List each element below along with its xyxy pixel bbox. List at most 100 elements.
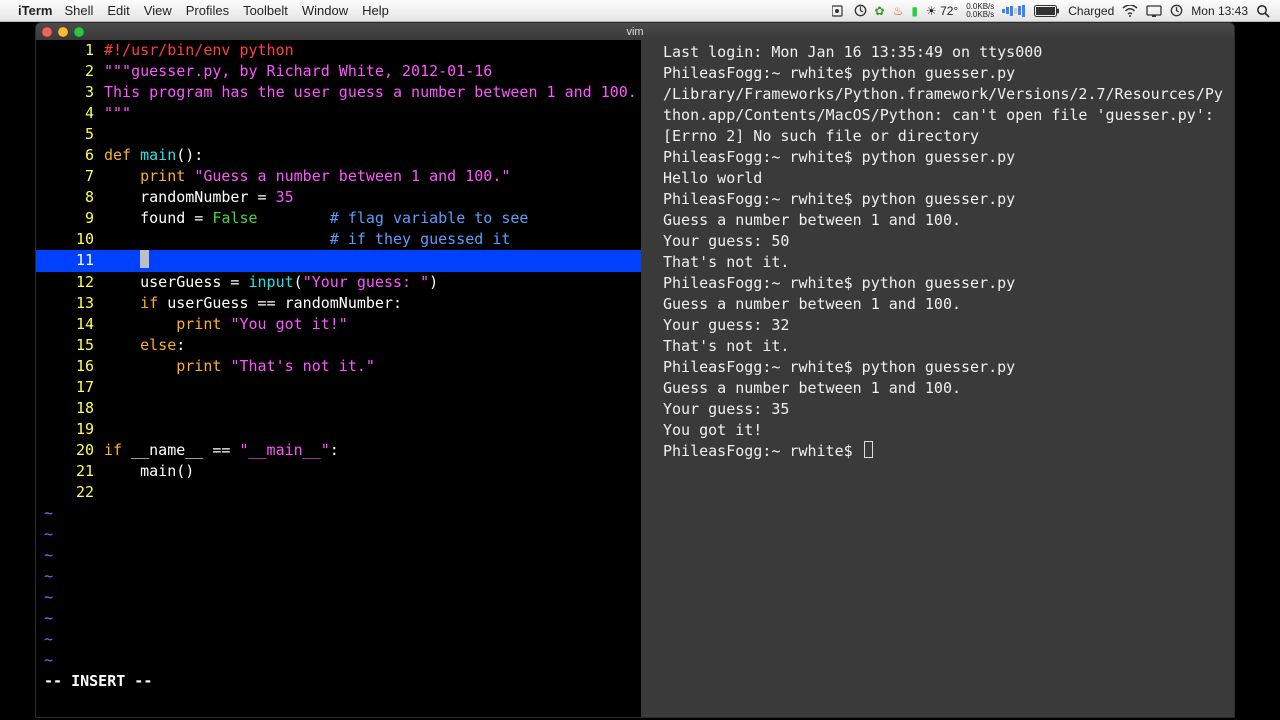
code-line[interactable]: 22 — [36, 482, 641, 503]
line-number: 6 — [36, 145, 104, 166]
code-content: else: — [104, 335, 641, 356]
minimize-button[interactable] — [58, 27, 68, 37]
vim-empty-line: ~ — [36, 587, 641, 608]
code-line[interactable]: 14 print "You got it!" — [36, 314, 641, 335]
code-line[interactable]: 5 — [36, 124, 641, 145]
vim-cursor — [140, 250, 149, 268]
vim-empty-line: ~ — [36, 650, 641, 671]
code-line[interactable]: 21 main() — [36, 461, 641, 482]
code-content: #!/usr/bin/env python — [104, 40, 641, 61]
shell-line: Your guess: 50 — [663, 231, 1230, 252]
code-content: print "That's not it." — [104, 356, 641, 377]
code-line[interactable]: 1#!/usr/bin/env python — [36, 40, 641, 61]
code-content — [104, 419, 641, 440]
code-content — [104, 482, 641, 503]
code-line[interactable]: 2"""guesser.py, by Richard White, 2012-0… — [36, 61, 641, 82]
code-content: main() — [104, 461, 641, 482]
line-number: 4 — [36, 103, 104, 124]
screenrec-icon[interactable] — [832, 5, 846, 17]
menubar-clock[interactable]: Mon 13:43 — [1191, 4, 1248, 18]
network-bars-icon[interactable] — [1002, 5, 1026, 17]
battery-text: Charged — [1068, 4, 1114, 18]
line-number: 19 — [36, 419, 104, 440]
battery-widget-icon[interactable]: ▮ — [911, 4, 918, 18]
wifi-icon[interactable] — [1122, 5, 1138, 17]
code-content: """guesser.py, by Richard White, 2012-01… — [104, 61, 641, 82]
vim-empty-line: ~ — [36, 503, 641, 524]
leaf-icon[interactable]: ✿ — [875, 4, 885, 18]
shell-line: PhileasFogg:~ rwhite$ python guesser.py — [663, 357, 1230, 378]
code-content: This program has the user guess a number… — [104, 82, 641, 103]
macos-menubar: iTerm Shell Edit View Profiles Toolbelt … — [0, 0, 1280, 22]
line-number: 22 — [36, 482, 104, 503]
code-content: """ — [104, 103, 641, 124]
code-line[interactable]: 8 randomNumber = 35 — [36, 187, 641, 208]
sync-icon[interactable] — [854, 4, 867, 17]
vim-editor-pane[interactable]: 1#!/usr/bin/env python2"""guesser.py, by… — [36, 40, 641, 717]
shell-line: Guess a number between 1 and 100. — [663, 210, 1230, 231]
code-line[interactable]: 10 # if they guessed it — [36, 229, 641, 250]
shell-line: That's not it. — [663, 252, 1230, 273]
window-titlebar[interactable]: vim — [35, 22, 1235, 40]
menu-toolbelt[interactable]: Toolbelt — [243, 3, 288, 18]
line-number: 21 — [36, 461, 104, 482]
code-content: randomNumber = 35 — [104, 187, 641, 208]
shell-line: You got it! — [663, 420, 1230, 441]
vim-empty-line: ~ — [36, 608, 641, 629]
shell-cursor — [864, 441, 873, 458]
code-line[interactable]: 12 userGuess = input("Your guess: ") — [36, 272, 641, 293]
line-number: 9 — [36, 208, 104, 229]
line-number: 2 — [36, 61, 104, 82]
vim-status-line: -- INSERT -- — [36, 671, 641, 692]
menu-profiles[interactable]: Profiles — [186, 3, 229, 18]
shell-line: PhileasFogg:~ rwhite$ python guesser.py — [663, 147, 1230, 168]
flame-icon[interactable]: ♨ — [893, 4, 904, 18]
spotlight-icon[interactable] — [1256, 4, 1270, 18]
shell-line: PhileasFogg:~ rwhite$ python guesser.py — [663, 273, 1230, 294]
code-line[interactable]: 13 if userGuess == randomNumber: — [36, 293, 641, 314]
pane-divider[interactable] — [641, 40, 659, 717]
code-line[interactable]: 17 — [36, 377, 641, 398]
weather-widget[interactable]: ☀ 72° — [926, 4, 958, 18]
shell-pane[interactable]: Last login: Mon Jan 16 13:35:49 on ttys0… — [659, 40, 1234, 717]
shell-line: Guess a number between 1 and 100. — [663, 378, 1230, 399]
active-app-name[interactable]: iTerm — [18, 3, 52, 18]
code-content — [104, 398, 641, 419]
line-number: 10 — [36, 229, 104, 250]
code-line[interactable]: 15 else: — [36, 335, 641, 356]
code-content: # if they guessed it — [104, 229, 641, 250]
code-line[interactable]: 16 print "That's not it." — [36, 356, 641, 377]
display-icon[interactable] — [1146, 5, 1162, 17]
shell-line: Your guess: 35 — [663, 399, 1230, 420]
battery-icon[interactable] — [1034, 5, 1060, 17]
code-content: def main(): — [104, 145, 641, 166]
line-number: 5 — [36, 124, 104, 145]
code-line[interactable]: 20if __name__ == "__main__": — [36, 440, 641, 461]
code-line[interactable]: 19 — [36, 419, 641, 440]
line-number: 17 — [36, 377, 104, 398]
close-button[interactable] — [42, 27, 52, 37]
code-line[interactable]: 6def main(): — [36, 145, 641, 166]
menu-help[interactable]: Help — [362, 3, 389, 18]
code-line[interactable]: 3This program has the user guess a numbe… — [36, 82, 641, 103]
shell-line: PhileasFogg:~ rwhite$ — [663, 441, 1230, 462]
menu-window[interactable]: Window — [302, 3, 348, 18]
code-line[interactable]: 4""" — [36, 103, 641, 124]
code-line[interactable]: 7 print "Guess a number between 1 and 10… — [36, 166, 641, 187]
menu-shell[interactable]: Shell — [64, 3, 93, 18]
line-number: 8 — [36, 187, 104, 208]
timemachine-icon[interactable] — [1170, 4, 1183, 17]
code-content: print "You got it!" — [104, 314, 641, 335]
code-content: print "Guess a number between 1 and 100.… — [104, 166, 641, 187]
zoom-button[interactable] — [74, 27, 84, 37]
network-speed[interactable]: 0.0KB/s 0.0KB/s — [966, 3, 994, 19]
shell-line: PhileasFogg:~ rwhite$ python guesser.py — [663, 189, 1230, 210]
menu-edit[interactable]: Edit — [107, 3, 129, 18]
code-content: found = False # flag variable to see — [104, 208, 641, 229]
code-line[interactable]: 18 — [36, 398, 641, 419]
code-line[interactable]: 11 — [36, 250, 641, 272]
menu-view[interactable]: View — [144, 3, 172, 18]
terminal-window: vim 1#!/usr/bin/env python2"""guesser.py… — [35, 22, 1235, 718]
line-number: 13 — [36, 293, 104, 314]
code-line[interactable]: 9 found = False # flag variable to see — [36, 208, 641, 229]
